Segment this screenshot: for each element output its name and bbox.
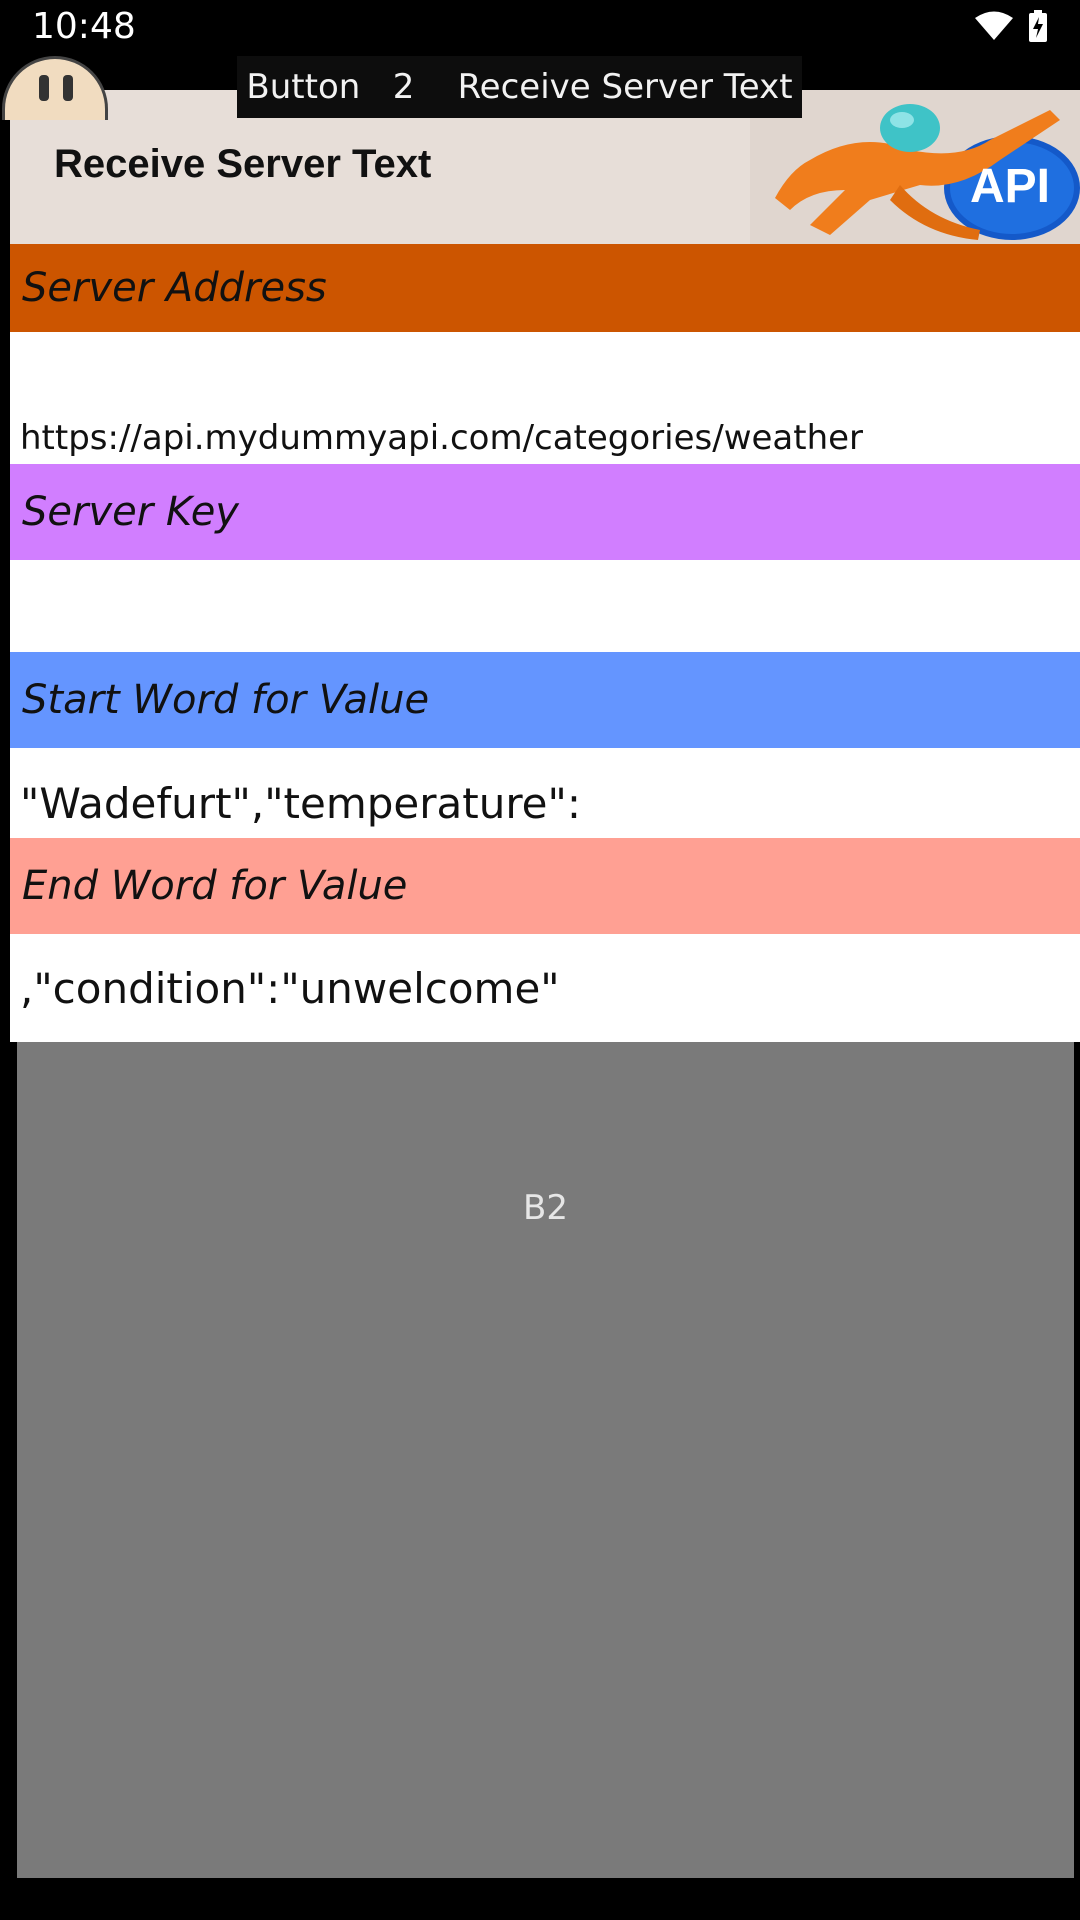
wifi-icon [974,11,1014,46]
status-bar: 10:48 [0,0,1080,56]
server-address-field[interactable]: https://api.mydummyapi.com/categories/we… [10,332,1080,464]
main-card: Receive Server Text API Server Address h… [10,90,1080,1042]
server-address-label: Server Address [10,244,1080,332]
b2-button-label: B2 [523,1188,568,1228]
end-word-label: End Word for Value [10,838,1080,934]
server-key-label: Server Key [10,464,1080,560]
start-word-label: Start Word for Value [10,652,1080,748]
status-time: 10:48 [32,6,136,47]
face-icon[interactable] [2,56,108,120]
face-eye-left [39,75,49,101]
server-key-field[interactable] [10,560,1080,652]
b2-button[interactable]: B2 [17,1042,1074,1878]
toast-message: Button 2 Receive Server Text [237,56,802,118]
api-logo-text: API [970,160,1050,213]
status-icons [974,9,1048,47]
battery-charging-icon [1028,9,1048,47]
face-eye-right [63,75,73,101]
end-word-field[interactable]: ,"condition":"unwelcome" [10,934,1080,1042]
page-title: Receive Server Text [54,142,432,186]
start-word-field[interactable]: "Wadefurt","temperature": [10,748,1080,838]
